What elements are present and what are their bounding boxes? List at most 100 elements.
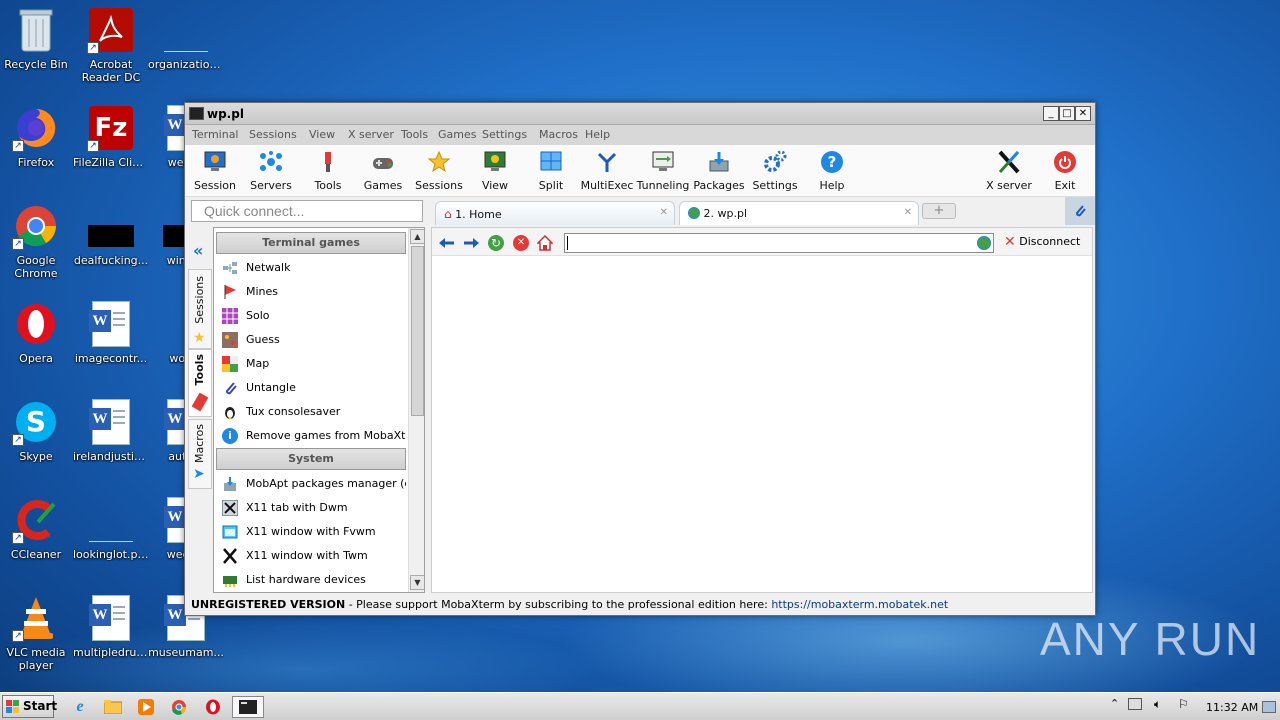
desktop-icon-vlc[interactable]: ↗ VLC media player — [0, 594, 74, 672]
games-button[interactable]: Games — [353, 147, 413, 192]
maximize-button[interactable]: □ — [1059, 106, 1075, 121]
desktop-icon-opera[interactable]: Opera — [0, 300, 74, 365]
menu-settings[interactable]: Settings — [482, 128, 527, 141]
tunneling-button[interactable]: Tunneling — [633, 147, 693, 192]
list-item-hardware[interactable]: List hardware devices — [222, 568, 406, 592]
multiexec-button[interactable]: MultiExec — [577, 147, 637, 192]
list-item-remove-games[interactable]: i Remove games from MobaXterm — [222, 424, 406, 448]
sessions-button[interactable]: Sessions — [409, 147, 469, 192]
list-item-x11-twm[interactable]: X11 window with Twm — [222, 544, 406, 568]
panel-scrollbar[interactable]: ▲ ▼ — [408, 228, 424, 592]
refresh-icon[interactable]: ↻ — [487, 234, 505, 252]
desktop-icon-multipledrug[interactable]: W multipledrug... — [73, 594, 149, 659]
minimize-button[interactable]: _ — [1043, 106, 1059, 121]
tab-home[interactable]: ⌂ 1. Home ✕ — [435, 201, 675, 225]
list-item-map[interactable]: Map — [222, 352, 406, 376]
chrome-taskbar-icon[interactable] — [167, 696, 191, 718]
opera-taskbar-icon[interactable] — [201, 696, 225, 718]
menu-tools[interactable]: Tools — [401, 128, 428, 141]
desktop-icon-organization[interactable]: organization... — [148, 6, 224, 71]
network-icon[interactable] — [1128, 698, 1142, 710]
tools-button[interactable]: Tools — [298, 147, 358, 192]
media-player-icon[interactable] — [134, 696, 158, 718]
desktop-icon-dealfucking[interactable]: dealfucking... — [73, 202, 149, 267]
start-button[interactable]: Start — [2, 695, 57, 718]
filezilla-icon: Fz ↗ — [87, 104, 135, 152]
menu-xserver[interactable]: X server — [348, 128, 394, 141]
scroll-up-arrow-icon[interactable]: ▲ — [410, 229, 424, 244]
new-tab-button[interactable]: + — [922, 203, 956, 219]
desktop-icon-ccleaner[interactable]: ↗ CCleaner — [0, 496, 74, 561]
url-input[interactable] — [564, 233, 994, 253]
desktop-icon-lookinglot[interactable]: lookinglot.png — [73, 496, 149, 561]
side-tab-tools[interactable]: Tools — [188, 349, 212, 417]
list-item-guess[interactable]: Guess — [222, 328, 406, 352]
disconnect-button[interactable]: ✕ Disconnect — [1004, 234, 1080, 250]
side-tab-macros[interactable]: Macros ➤ — [188, 419, 212, 489]
menu-bar: Terminal Sessions View X server Tools Ga… — [185, 125, 1095, 145]
desktop-icon-firefox[interactable]: ↗ Firefox — [0, 104, 74, 169]
menu-terminal[interactable]: Terminal — [192, 128, 239, 141]
list-item-x11-fvwm[interactable]: X11 window with Fvwm — [222, 520, 406, 544]
window-icon — [222, 524, 238, 540]
section-system[interactable]: System — [216, 448, 406, 470]
split-button[interactable]: Split — [521, 147, 581, 192]
ie-icon[interactable]: e — [68, 696, 92, 718]
mobaxterm-taskbar-icon[interactable] — [232, 696, 264, 718]
volume-icon[interactable]: 🔈︎ — [1154, 697, 1161, 712]
close-button[interactable]: ✕ — [1075, 106, 1091, 121]
menu-view[interactable]: View — [309, 128, 335, 141]
explorer-folder-icon[interactable] — [101, 696, 125, 718]
settings-button[interactable]: Settings — [745, 147, 805, 192]
desktop-icon-irelandjustic[interactable]: W irelandjustic... — [73, 398, 149, 463]
menu-help[interactable]: Help — [585, 128, 610, 141]
show-hidden-icons-icon[interactable]: ⌃ — [1110, 697, 1119, 710]
action-center-flag-icon[interactable]: ⚐ — [1178, 697, 1189, 711]
menu-sessions[interactable]: Sessions — [249, 128, 297, 141]
desktop-icon-imagecontr[interactable]: W imagecontr... — [73, 300, 149, 365]
help-label: Help — [819, 179, 845, 192]
xserver-button[interactable]: X server — [979, 147, 1039, 192]
list-item-solo[interactable]: Solo — [222, 304, 406, 328]
quick-connect-input[interactable]: Quick connect... — [191, 200, 423, 222]
list-item-tux-consolesaver[interactable]: Tux consolesaver — [222, 400, 406, 424]
clock[interactable]: 11:32 AM — [1206, 701, 1258, 714]
session-button[interactable]: Session — [185, 147, 245, 192]
show-desktop-button[interactable] — [1262, 701, 1276, 713]
menu-games[interactable]: Games — [438, 128, 476, 141]
home-icon[interactable] — [536, 234, 554, 252]
stop-icon[interactable]: ✕ — [512, 234, 530, 252]
xserver-label: X server — [986, 179, 1032, 192]
side-tab-sessions[interactable]: Sessions ★ — [188, 269, 212, 349]
section-terminal-games[interactable]: Terminal games — [216, 232, 406, 254]
paperclip-icon[interactable] — [1065, 197, 1095, 225]
desktop-icon-skype[interactable]: S ↗ Skype — [0, 398, 74, 463]
list-item-x11-dwm[interactable]: X11 tab with Dwm — [222, 496, 406, 520]
mobatek-link[interactable]: https://mobaxterm.mobatek.net — [771, 598, 948, 611]
back-arrow-icon[interactable] — [438, 234, 456, 252]
desktop-icon-filezilla[interactable]: Fz ↗ FileZilla Client — [73, 104, 149, 169]
collapse-chevron-icon[interactable]: « — [193, 241, 203, 260]
menu-macros[interactable]: Macros — [539, 128, 578, 141]
list-item-netwalk[interactable]: Netwalk — [222, 256, 406, 280]
view-button[interactable]: View — [465, 147, 525, 192]
packages-button[interactable]: Packages — [689, 147, 749, 192]
forward-arrow-icon[interactable] — [462, 234, 480, 252]
scroll-thumb[interactable] — [411, 246, 424, 416]
tab-close-icon[interactable]: ✕ — [660, 207, 668, 218]
desktop-icon-recycle-bin[interactable]: Recycle Bin — [0, 6, 74, 71]
desktop-icon-chrome[interactable]: ↗ Google Chrome — [0, 202, 74, 280]
list-item-untangle[interactable]: Untangle — [222, 376, 406, 400]
list-item-mines[interactable]: Mines — [222, 280, 406, 304]
desktop-icon-acrobat[interactable]: ↗ Acrobat Reader DC — [73, 6, 149, 84]
scroll-down-arrow-icon[interactable]: ▼ — [410, 575, 424, 590]
tab-wp-pl[interactable]: 2. wp.pl ✕ — [679, 201, 919, 225]
tab-close-icon[interactable]: ✕ — [904, 207, 912, 218]
list-item-mobapt[interactable]: MobApt packages manager (expe — [222, 472, 406, 496]
help-button[interactable]: ? Help — [802, 147, 862, 192]
tools-icon — [315, 149, 341, 175]
exit-button[interactable]: Exit — [1035, 147, 1095, 192]
window-titlebar[interactable]: wp.pl _ □ ✕ — [185, 103, 1095, 125]
globe-icon — [688, 207, 700, 219]
servers-button[interactable]: Servers — [241, 147, 301, 192]
